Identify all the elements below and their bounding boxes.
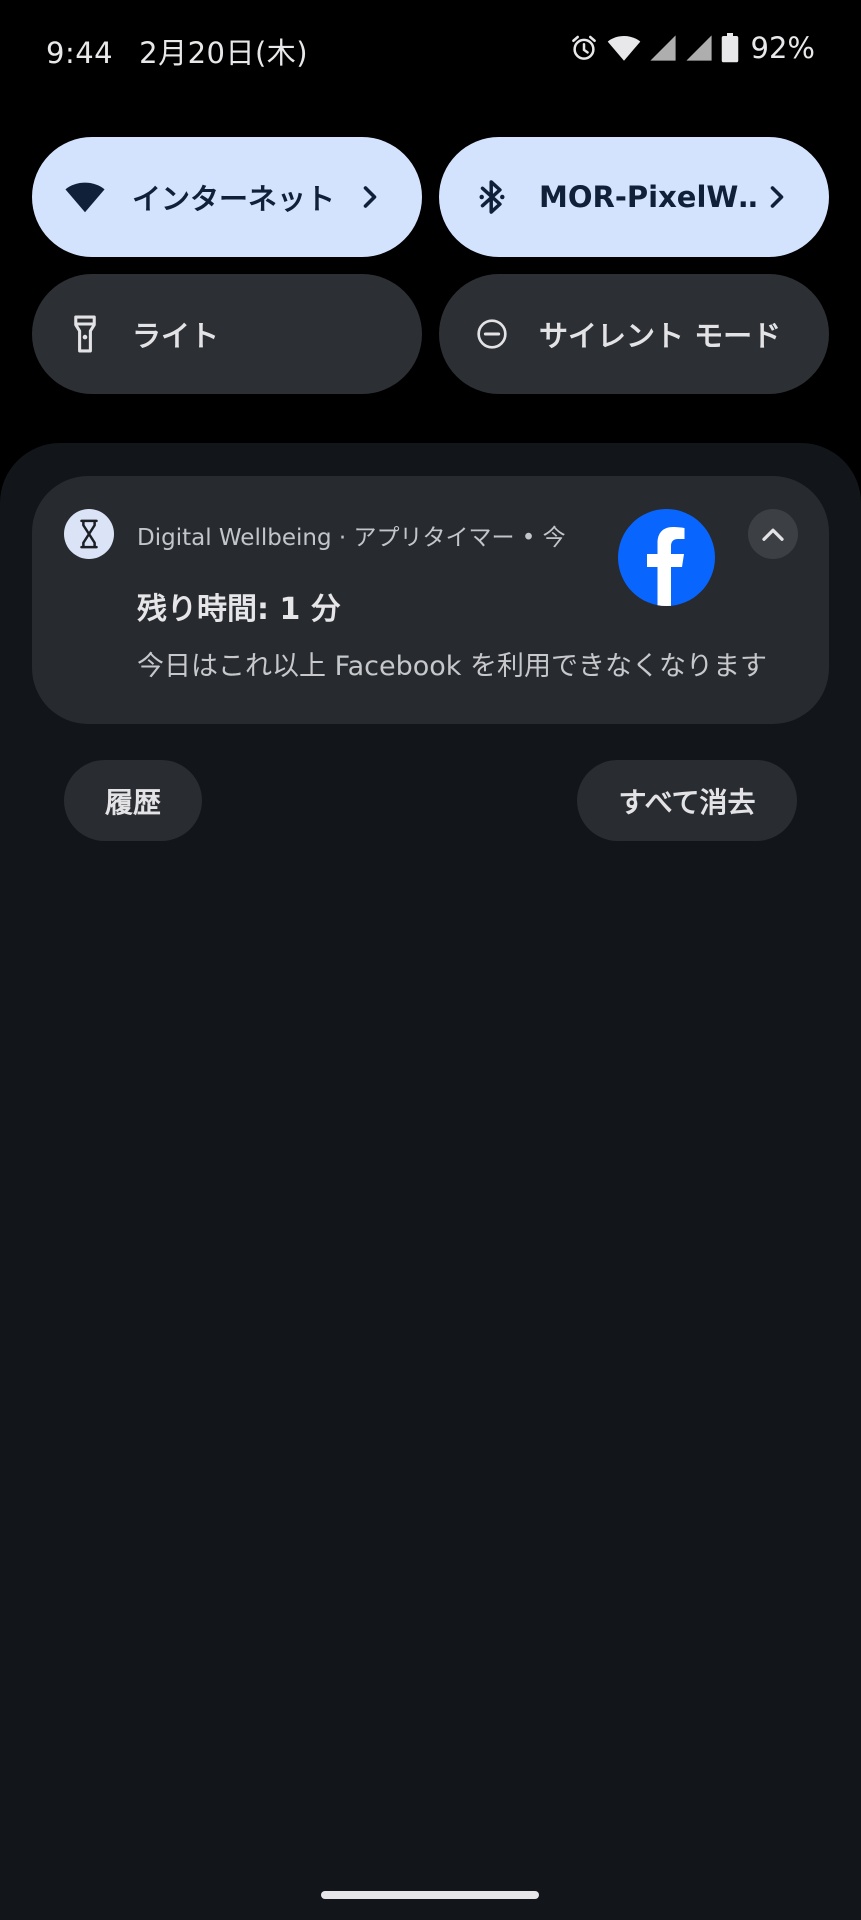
hourglass-icon (64, 509, 114, 559)
bluetooth-icon (471, 176, 513, 218)
clear-all-button[interactable]: すべて消去 (577, 760, 797, 841)
gesture-handle[interactable] (321, 1891, 539, 1899)
status-date: 2月20日(木) (139, 36, 309, 70)
status-time: 9:44 (46, 36, 114, 70)
wifi-icon (64, 176, 106, 218)
flashlight-icon (64, 313, 106, 355)
notification-title: 残り時間: 1 分 (137, 592, 341, 627)
facebook-icon (618, 509, 715, 606)
signal-icon (685, 35, 712, 61)
do-not-disturb-tile-label: サイレント モード (539, 319, 782, 353)
signal-icon (649, 35, 676, 61)
chevron-right-icon[interactable] (759, 179, 795, 215)
battery-icon (721, 33, 738, 63)
battery-percentage: 92% (750, 31, 815, 65)
status-icons: 92% (569, 30, 815, 66)
bluetooth-tile-label: MOR-PixelW‥ (539, 180, 758, 214)
wifi-icon (607, 35, 640, 61)
notification-body: 今日はこれ以上 Facebook を利用できなくなります (137, 651, 768, 682)
internet-tile[interactable]: インターネット (32, 137, 422, 257)
notification-card[interactable]: Digital Wellbeing · アプリタイマー • 今 残り時間: 1 … (32, 476, 829, 724)
flashlight-tile-label: ライト (132, 319, 220, 353)
do-not-disturb-icon (471, 313, 513, 355)
bluetooth-tile[interactable]: MOR-PixelW‥ (439, 137, 829, 257)
status-bar: 9:44 2月20日(木) 92% (0, 0, 861, 96)
status-clock: 9:44 2月20日(木) (46, 30, 308, 72)
do-not-disturb-tile[interactable]: サイレント モード (439, 274, 829, 394)
internet-tile-label: インターネット (132, 182, 336, 216)
notification-header: Digital Wellbeing · アプリタイマー • 今 (137, 525, 566, 551)
chevron-right-icon[interactable] (352, 179, 388, 215)
flashlight-tile[interactable]: ライト (32, 274, 422, 394)
alarm-icon (571, 35, 596, 60)
chevron-up-icon[interactable] (748, 509, 798, 559)
history-button[interactable]: 履歴 (64, 760, 202, 841)
